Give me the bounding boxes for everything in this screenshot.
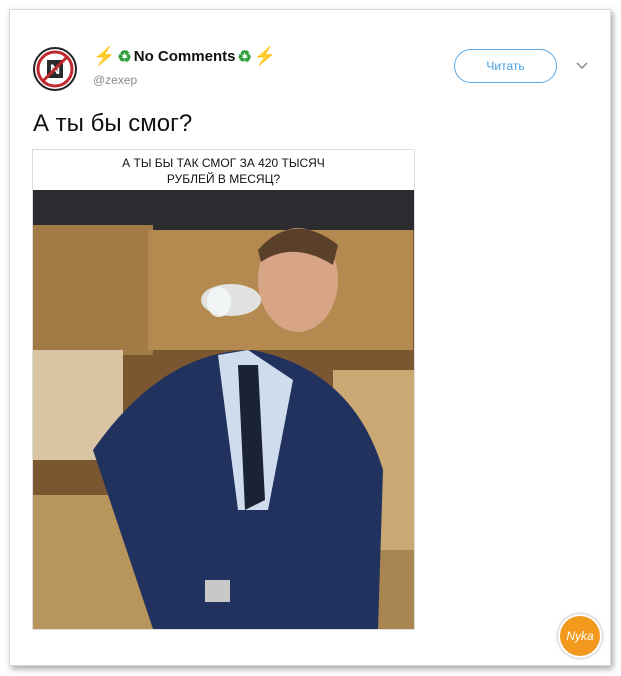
tweet-text: А ты бы смог? <box>33 110 193 137</box>
display-name-text: No Comments <box>133 48 236 65</box>
recycle-icon: ♻ <box>237 48 252 66</box>
lightning-icon: ⚡ <box>253 46 277 66</box>
image-caption: А ТЫ БЫ ТАК СМОГ ЗА 420 ТЫСЯЧ РУБЛЕЙ В М… <box>33 150 414 190</box>
display-name[interactable]: ⚡ ♻ No Comments ♻ ⚡ <box>93 46 276 67</box>
tweet-media-image[interactable]: А ТЫ БЫ ТАК СМОГ ЗА 420 ТЫСЯЧ РУБЛЕЙ В М… <box>32 149 415 630</box>
no-comments-logo-icon: N <box>36 50 74 88</box>
follow-button[interactable]: Читать <box>454 49 557 83</box>
recycle-icon: ♻ <box>117 48 132 66</box>
account-handle[interactable]: @zexep <box>93 73 137 87</box>
site-watermark-logo: Nyka <box>558 614 602 658</box>
image-caption-line: РУБЛЕЙ В МЕСЯЦ? <box>166 172 281 186</box>
photo <box>33 150 414 629</box>
lightning-icon: ⚡ <box>93 46 116 66</box>
image-caption-line: А ТЫ БЫ ТАК СМОГ ЗА 420 ТЫСЯЧ <box>122 156 325 170</box>
chevron-down-icon[interactable] <box>576 60 588 70</box>
avatar[interactable]: N <box>33 47 77 91</box>
